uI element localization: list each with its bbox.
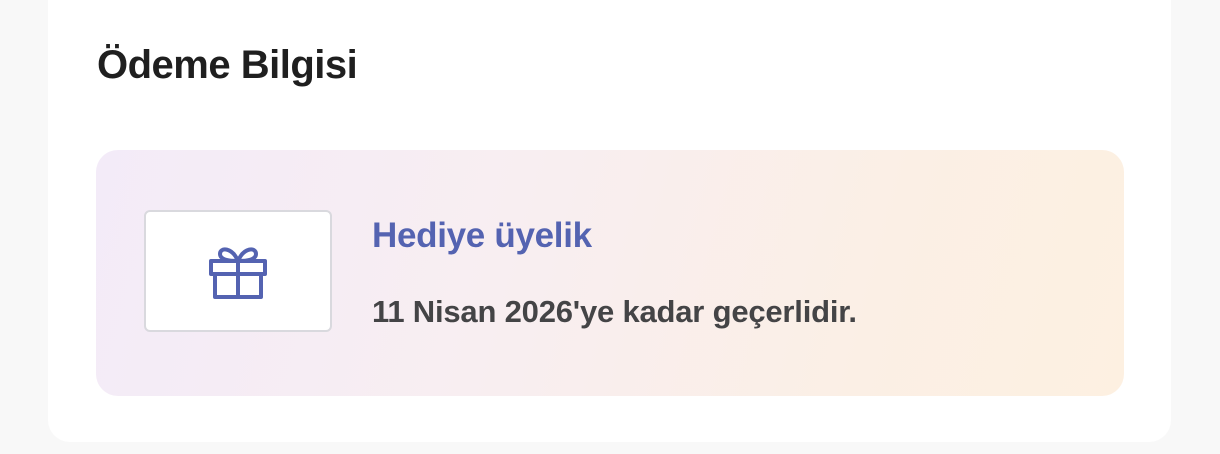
membership-type-label: Hediye üyelik xyxy=(372,216,592,255)
membership-validity-text: 11 Nisan 2026'ye kadar geçerlidir. xyxy=(372,294,857,329)
membership-icon-tile xyxy=(144,210,332,332)
gift-icon xyxy=(209,247,267,299)
section-title: Ödeme Bilgisi xyxy=(97,43,358,87)
payment-info-card: Ödeme Bilgisi Hediye üyelik 11 Nisan 202… xyxy=(48,0,1171,442)
membership-info-box: Hediye üyelik 11 Nisan 2026'ye kadar geç… xyxy=(96,150,1124,396)
